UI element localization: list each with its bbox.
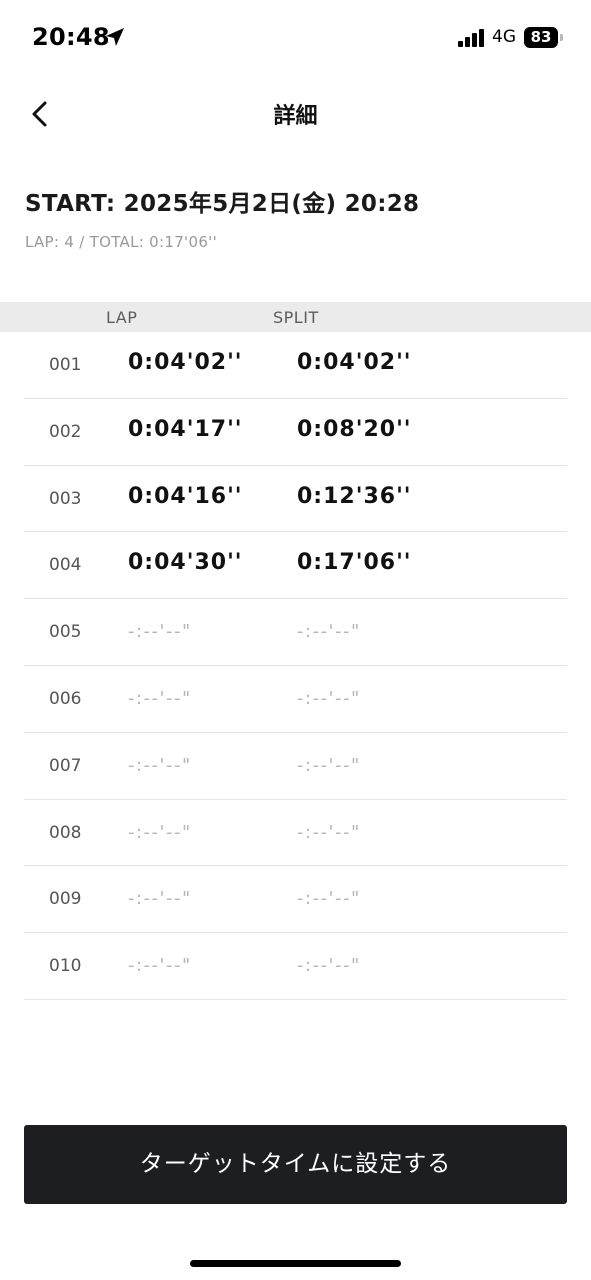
split-time: -:--'--" [297,754,361,776]
table-row: 002 0:04'17'' 0:08'20'' [24,399,567,466]
lap-number: 006 [49,688,82,709]
header-lap: LAP [106,308,138,327]
start-datetime: START: 2025年5月2日(金) 20:28 [25,191,420,217]
header-split: SPLIT [273,308,319,327]
lap-number: 001 [49,355,82,375]
lap-time: -:--'--" [128,888,192,910]
split-time: -:--'--" [297,955,361,977]
split-time: 0:17'06'' [297,550,412,576]
lap-time: 0:04'02'' [128,350,243,375]
status-time: 20:48 [32,23,110,51]
lap-time: 0:04'16'' [128,483,243,509]
lap-time: -:--'--" [128,754,192,776]
table-row: 010 -:--'--" -:--'--" [24,933,567,1000]
lap-number: 002 [49,421,82,442]
lap-time: -:--'--" [128,621,192,643]
lap-number: 007 [49,755,82,776]
table-header: LAP SPLIT [0,302,591,332]
lap-time: 0:04'17'' [128,416,243,442]
set-target-time-button[interactable]: ターゲットタイムに設定する [24,1125,567,1204]
table-row: 009 -:--'--" -:--'--" [24,866,567,934]
lap-time: -:--'--" [128,955,192,977]
table-row: 006 -:--'--" -:--'--" [24,666,567,733]
table-row: 008 -:--'--" -:--'--" [24,800,567,867]
network-label: 4G [492,27,516,47]
battery-icon: 83 [524,27,564,48]
signal-bars-icon [458,29,484,47]
split-time: -:--'--" [297,888,361,910]
page-title: 詳細 [273,104,318,129]
table-row: 004 0:04'30'' 0:17'06'' [24,532,567,600]
lap-number: 009 [49,889,82,910]
split-time: -:--'--" [297,821,361,843]
split-time: -:--'--" [297,687,361,709]
lap-number: 010 [49,956,82,977]
lap-number: 005 [49,622,82,643]
battery-level: 83 [530,28,552,46]
lap-time: -:--'--" [128,687,192,709]
table-row: 003 0:04'16'' 0:12'36'' [24,466,567,533]
lap-number: 003 [49,488,82,509]
lap-table: 001 0:04'02'' 0:04'02'' 002 0:04'17'' 0:… [24,332,567,1000]
status-bar: 20:48 4G 83 [0,0,591,76]
lap-number: 004 [49,555,82,576]
home-indicator[interactable] [190,1260,401,1267]
lap-total-summary: LAP: 4 / TOTAL: 0:17'06'' [25,233,218,251]
table-row: 007 -:--'--" -:--'--" [24,733,567,800]
split-time: -:--'--" [297,621,361,643]
split-time: 0:04'02'' [297,350,412,375]
table-row: 005 -:--'--" -:--'--" [24,599,567,666]
lap-number: 008 [49,822,82,843]
location-arrow-icon [106,28,124,46]
split-time: 0:08'20'' [297,416,412,442]
table-row: 001 0:04'02'' 0:04'02'' [24,332,567,399]
lap-time: -:--'--" [128,821,192,843]
lap-time: 0:04'30'' [128,550,243,576]
split-time: 0:12'36'' [297,483,412,509]
